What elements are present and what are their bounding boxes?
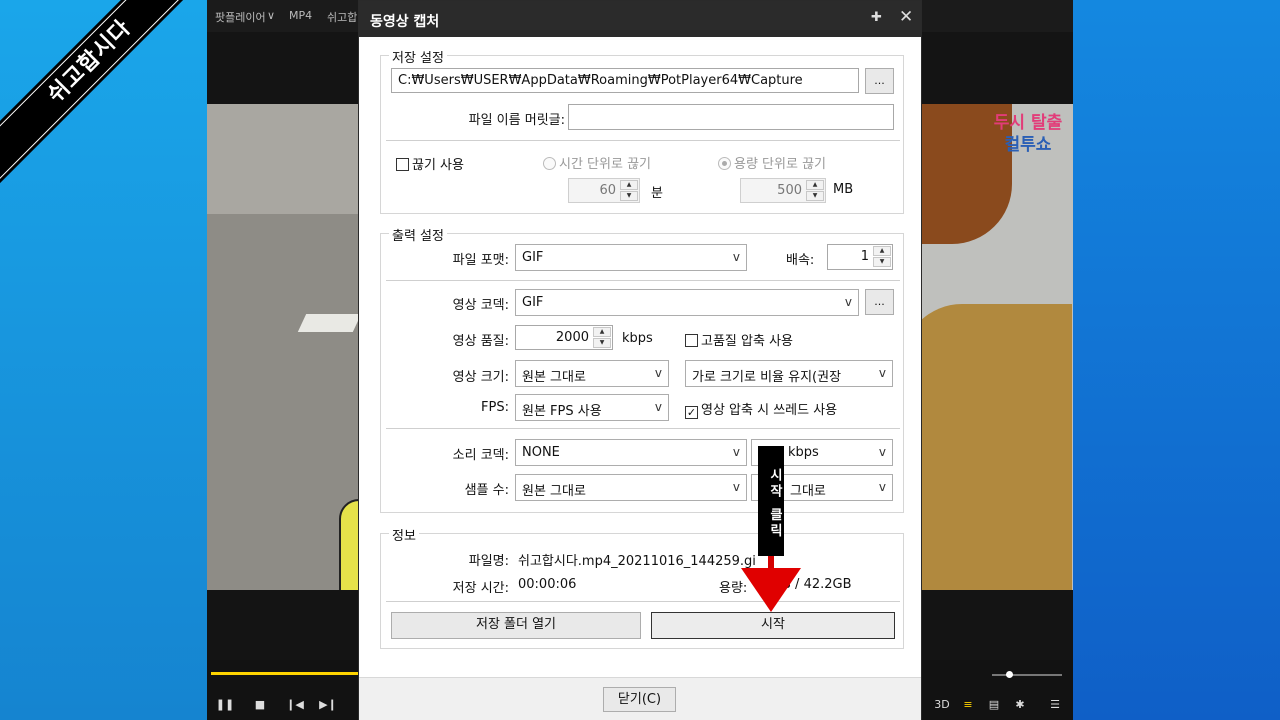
- speed-label: 배속:: [786, 253, 815, 268]
- fps-label: FPS:: [481, 400, 509, 415]
- pause-icon[interactable]: ❚❚: [212, 692, 238, 718]
- split-by-size-radio[interactable]: 용량 단위로 끊기: [718, 153, 826, 172]
- gear-icon[interactable]: ✱: [1007, 692, 1033, 718]
- save-time-value: 00:00:06: [518, 577, 577, 592]
- output-settings-title: 출력 설정: [389, 225, 447, 244]
- chevron-down-icon: v: [654, 366, 662, 380]
- 3d-icon[interactable]: 3D: [929, 692, 955, 718]
- desktop-right: [1073, 0, 1280, 720]
- start-button[interactable]: 시작: [651, 612, 895, 639]
- filename-value: 쉬고합시다.mp4_20211016_144259.gi: [518, 554, 756, 569]
- annotation-arrow-icon: [741, 568, 801, 612]
- video-frame-right: 두시 탈출 컬투쇼: [922, 104, 1073, 590]
- stop-icon[interactable]: ■: [247, 692, 273, 718]
- hq-compress-checkbox[interactable]: 고품질 압축 사용: [685, 330, 793, 349]
- video-size-label: 영상 크기:: [452, 370, 509, 385]
- chevron-down-icon: v: [844, 295, 852, 309]
- close-icon[interactable]: ✕: [899, 7, 913, 27]
- dialog-body: 저장 설정 C:₩Users₩USER₩AppData₩Roaming₩PotP…: [359, 37, 921, 677]
- video-capture-dialog: 동영상 캡처 ✚ ✕ 저장 설정 C:₩Users₩USER₩AppData₩R…: [358, 0, 922, 720]
- time-unit-label: 분: [651, 186, 663, 201]
- chevron-down-icon: v: [654, 400, 662, 414]
- chevron-down-icon[interactable]: ∨: [267, 9, 275, 22]
- annotation-label: 시작 클릭: [758, 446, 784, 556]
- chevron-down-icon: v: [878, 366, 886, 380]
- split-time-stepper[interactable]: 60 ▲ ▼: [568, 178, 640, 203]
- split-enable-checkbox[interactable]: 끊기 사용: [396, 154, 464, 173]
- file-format-label: 파일 포맷:: [452, 253, 509, 268]
- dialog-footer: 닫기(C): [359, 677, 921, 720]
- sample-rate-select[interactable]: 원본 그대로 v: [515, 474, 747, 501]
- volume-slider[interactable]: [992, 674, 1062, 676]
- video-codec-label: 영상 코덱:: [452, 298, 509, 313]
- pin-icon[interactable]: ✚: [871, 10, 882, 25]
- previous-icon[interactable]: ❙◀: [282, 692, 308, 718]
- show-logo: 두시 탈출 컬투쇼: [993, 113, 1063, 155]
- split-by-time-radio[interactable]: 시간 단위로 끊기: [543, 153, 651, 172]
- close-dialog-button[interactable]: 닫기(C): [603, 687, 676, 712]
- info-group: 정보 파일명: 쉬고합시다.mp4_20211016_144259.gi 저장 …: [380, 525, 904, 649]
- subtitle-icon[interactable]: ▤: [981, 692, 1007, 718]
- player-menu[interactable]: 팟플레이어: [215, 9, 266, 25]
- audio-codec-select[interactable]: NONE v: [515, 439, 747, 466]
- chevron-down-icon: v: [732, 480, 740, 494]
- video-quality-label: 영상 품질:: [452, 334, 509, 349]
- chevron-down-icon: v: [878, 480, 886, 494]
- size-unit-label: MB: [833, 182, 854, 197]
- playlist-search-icon[interactable]: ≡: [955, 692, 981, 718]
- video-frame-left: [207, 104, 359, 590]
- save-settings-title: 저장 설정: [389, 47, 447, 66]
- sample-rate-label: 샘플 수:: [464, 483, 509, 498]
- annotation-arrow-stem: [768, 556, 774, 568]
- next-icon[interactable]: ▶❙: [315, 692, 341, 718]
- save-time-label: 저장 시간:: [452, 581, 509, 596]
- dialog-title: 동영상 캡처: [370, 14, 440, 30]
- aspect-ratio-select[interactable]: 가로 크기로 비율 유지(권장 v: [685, 360, 893, 387]
- thread-checkbox[interactable]: ✓ 영상 압축 시 쓰레드 사용: [685, 399, 837, 419]
- dialog-titlebar[interactable]: 동영상 캡처 ✚ ✕: [359, 1, 921, 37]
- save-path-field[interactable]: C:₩Users₩USER₩AppData₩Roaming₩PotPlayer6…: [391, 68, 859, 93]
- filename-prefix-field[interactable]: [568, 104, 894, 130]
- video-quality-stepper[interactable]: 2000 ▲ ▼: [515, 325, 613, 350]
- codec-options-button[interactable]: ...: [865, 289, 894, 315]
- chevron-down-icon: v: [878, 445, 886, 459]
- file-format-select[interactable]: GIF v: [515, 244, 747, 271]
- menu-icon[interactable]: ☰: [1042, 692, 1068, 718]
- speed-stepper[interactable]: 1 ▲ ▼: [827, 244, 893, 270]
- fps-select[interactable]: 원본 FPS 사용 v: [515, 394, 669, 421]
- browse-path-button[interactable]: ...: [865, 68, 894, 94]
- video-size-select[interactable]: 원본 그대로 v: [515, 360, 669, 387]
- audio-codec-label: 소리 코덱:: [452, 448, 509, 463]
- split-size-stepper[interactable]: 500 ▲ ▼: [740, 178, 826, 203]
- video-quality-unit: kbps: [622, 331, 653, 346]
- seek-bar[interactable]: [211, 672, 361, 675]
- file-title: 쉬고합: [327, 11, 358, 24]
- output-settings-group: 출력 설정 파일 포맷: GIF v 배속: 1 ▲ ▼ 영상 코덱: GIF v .…: [380, 225, 904, 513]
- format-label: MP4: [289, 9, 313, 22]
- save-settings-group: 저장 설정 C:₩Users₩USER₩AppData₩Roaming₩PotP…: [380, 47, 904, 214]
- info-title: 정보: [389, 525, 419, 544]
- open-folder-button[interactable]: 저장 폴더 열기: [391, 612, 641, 639]
- chevron-down-icon: v: [732, 445, 740, 459]
- filename-prefix-label: 파일 이름 머릿글:: [468, 113, 565, 128]
- filename-label: 파일명:: [468, 554, 509, 569]
- video-codec-select[interactable]: GIF v: [515, 289, 859, 316]
- volume-knob[interactable]: [1006, 671, 1013, 678]
- chevron-down-icon: v: [732, 250, 740, 264]
